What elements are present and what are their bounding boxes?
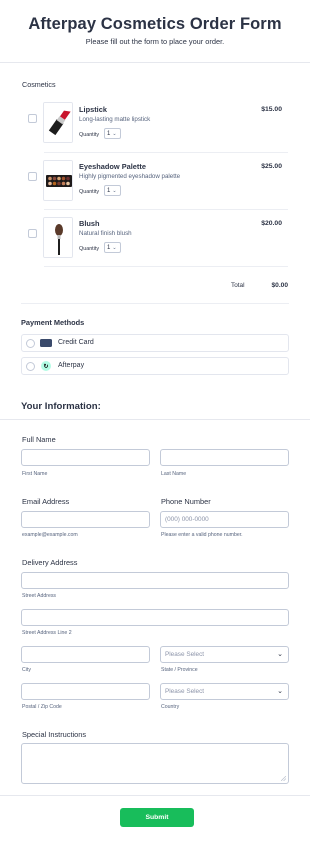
products-section-label: Cosmetics [22, 80, 56, 89]
email-input[interactable] [21, 511, 150, 528]
product-divider [44, 266, 288, 267]
blush-quantity-value: 1 [107, 244, 111, 251]
city-input[interactable] [21, 646, 150, 663]
payment-methods-label: Payment Methods [21, 318, 85, 327]
eyeshadow-quantity-label: Quantity [79, 189, 100, 195]
street-address-input[interactable] [21, 572, 289, 589]
city-sublabel: City [22, 667, 31, 673]
country-select[interactable]: Please Select ⌄ [160, 683, 289, 700]
country-placeholder: Please Select [165, 688, 205, 695]
lipstick-quantity-label: Quantity [79, 132, 100, 138]
last-name-sublabel: Last Name [161, 471, 187, 477]
afterpay-radio[interactable] [26, 362, 35, 371]
total-label: Total [231, 282, 245, 289]
blush-quantity-label: Quantity [79, 246, 100, 252]
street-address-line2-sublabel: Street Address Line 2 [22, 630, 72, 636]
submit-button[interactable]: Submit [120, 808, 194, 827]
form-title: Afterpay Cosmetics Order Form [28, 15, 282, 33]
chevron-down-icon: ⌄ [277, 688, 283, 695]
first-name-sublabel: First Name [22, 471, 48, 477]
resize-handle-icon[interactable] [281, 776, 286, 781]
blush-quantity-select[interactable]: 1 ⌄ [104, 242, 121, 253]
credit-card-radio[interactable] [26, 339, 35, 348]
product-divider [44, 152, 288, 153]
your-information-heading: Your Information: [21, 401, 101, 412]
phone-input[interactable]: (000) 000-0000 [160, 511, 289, 528]
special-instructions-textarea[interactable] [21, 743, 289, 784]
eyeshadow-quantity-value: 1 [107, 187, 111, 194]
lipstick-image [43, 102, 73, 143]
postal-code-input[interactable] [21, 683, 150, 700]
street-address-sublabel: Street Address [22, 593, 57, 599]
blush-price: $20.00 [261, 220, 282, 227]
form-subtitle: Please fill out the form to place your o… [85, 37, 225, 46]
lipstick-price: $15.00 [261, 106, 282, 113]
special-instructions-label: Special Instructions [22, 730, 87, 739]
phone-label: Phone Number [161, 497, 211, 506]
email-label: Email Address [22, 497, 70, 506]
blush-brush-image [43, 217, 73, 258]
street-address-line2-input[interactable] [21, 609, 289, 626]
lipstick-quantity-select[interactable]: 1 ⌄ [104, 128, 121, 139]
blush-description: Natural finish blush [79, 230, 132, 237]
full-name-label: Full Name [22, 435, 56, 444]
phone-sublabel: Please enter a valid phone number. [161, 532, 243, 538]
product-divider [44, 209, 288, 210]
chevron-down-icon: ⌄ [112, 130, 117, 137]
eyeshadow-price: $25.00 [261, 163, 282, 170]
footer-divider [0, 795, 310, 796]
eyeshadow-palette-image [43, 160, 73, 201]
header-divider [0, 62, 310, 63]
afterpay-label: Afterpay [58, 362, 85, 369]
credit-card-icon [40, 339, 52, 347]
blush-checkbox[interactable] [28, 229, 37, 238]
email-sublabel: example@example.com [22, 532, 78, 538]
info-divider [0, 419, 310, 420]
lipstick-quantity-value: 1 [107, 130, 111, 137]
chevron-down-icon: ⌄ [277, 651, 283, 658]
country-sublabel: Country [161, 704, 180, 710]
eyeshadow-description: Highly pigmented eyeshadow palette [79, 173, 181, 180]
postal-code-sublabel: Postal / Zip Code [22, 704, 62, 710]
eyeshadow-quantity-select[interactable]: 1 ⌄ [104, 185, 121, 196]
lipstick-name: Lipstick [79, 105, 107, 114]
first-name-input[interactable] [21, 449, 150, 466]
total-divider [21, 303, 289, 304]
lipstick-checkbox[interactable] [28, 114, 37, 123]
lipstick-description: Long-lasting matte lipstick [79, 116, 151, 123]
total-value: $0.00 [271, 282, 288, 289]
phone-placeholder: (000) 000-0000 [165, 516, 209, 523]
eyeshadow-checkbox[interactable] [28, 172, 37, 181]
last-name-input[interactable] [160, 449, 289, 466]
afterpay-icon: ↻ [41, 361, 51, 371]
eyeshadow-name: Eyeshadow Palette [79, 162, 146, 171]
delivery-address-label: Delivery Address [22, 558, 78, 567]
credit-card-label: Credit Card [58, 339, 94, 346]
chevron-down-icon: ⌄ [112, 187, 117, 194]
state-placeholder: Please Select [165, 651, 205, 658]
chevron-down-icon: ⌄ [112, 244, 117, 251]
state-sublabel: State / Province [161, 667, 198, 673]
state-select[interactable]: Please Select ⌄ [160, 646, 289, 663]
blush-name: Blush [79, 219, 100, 228]
